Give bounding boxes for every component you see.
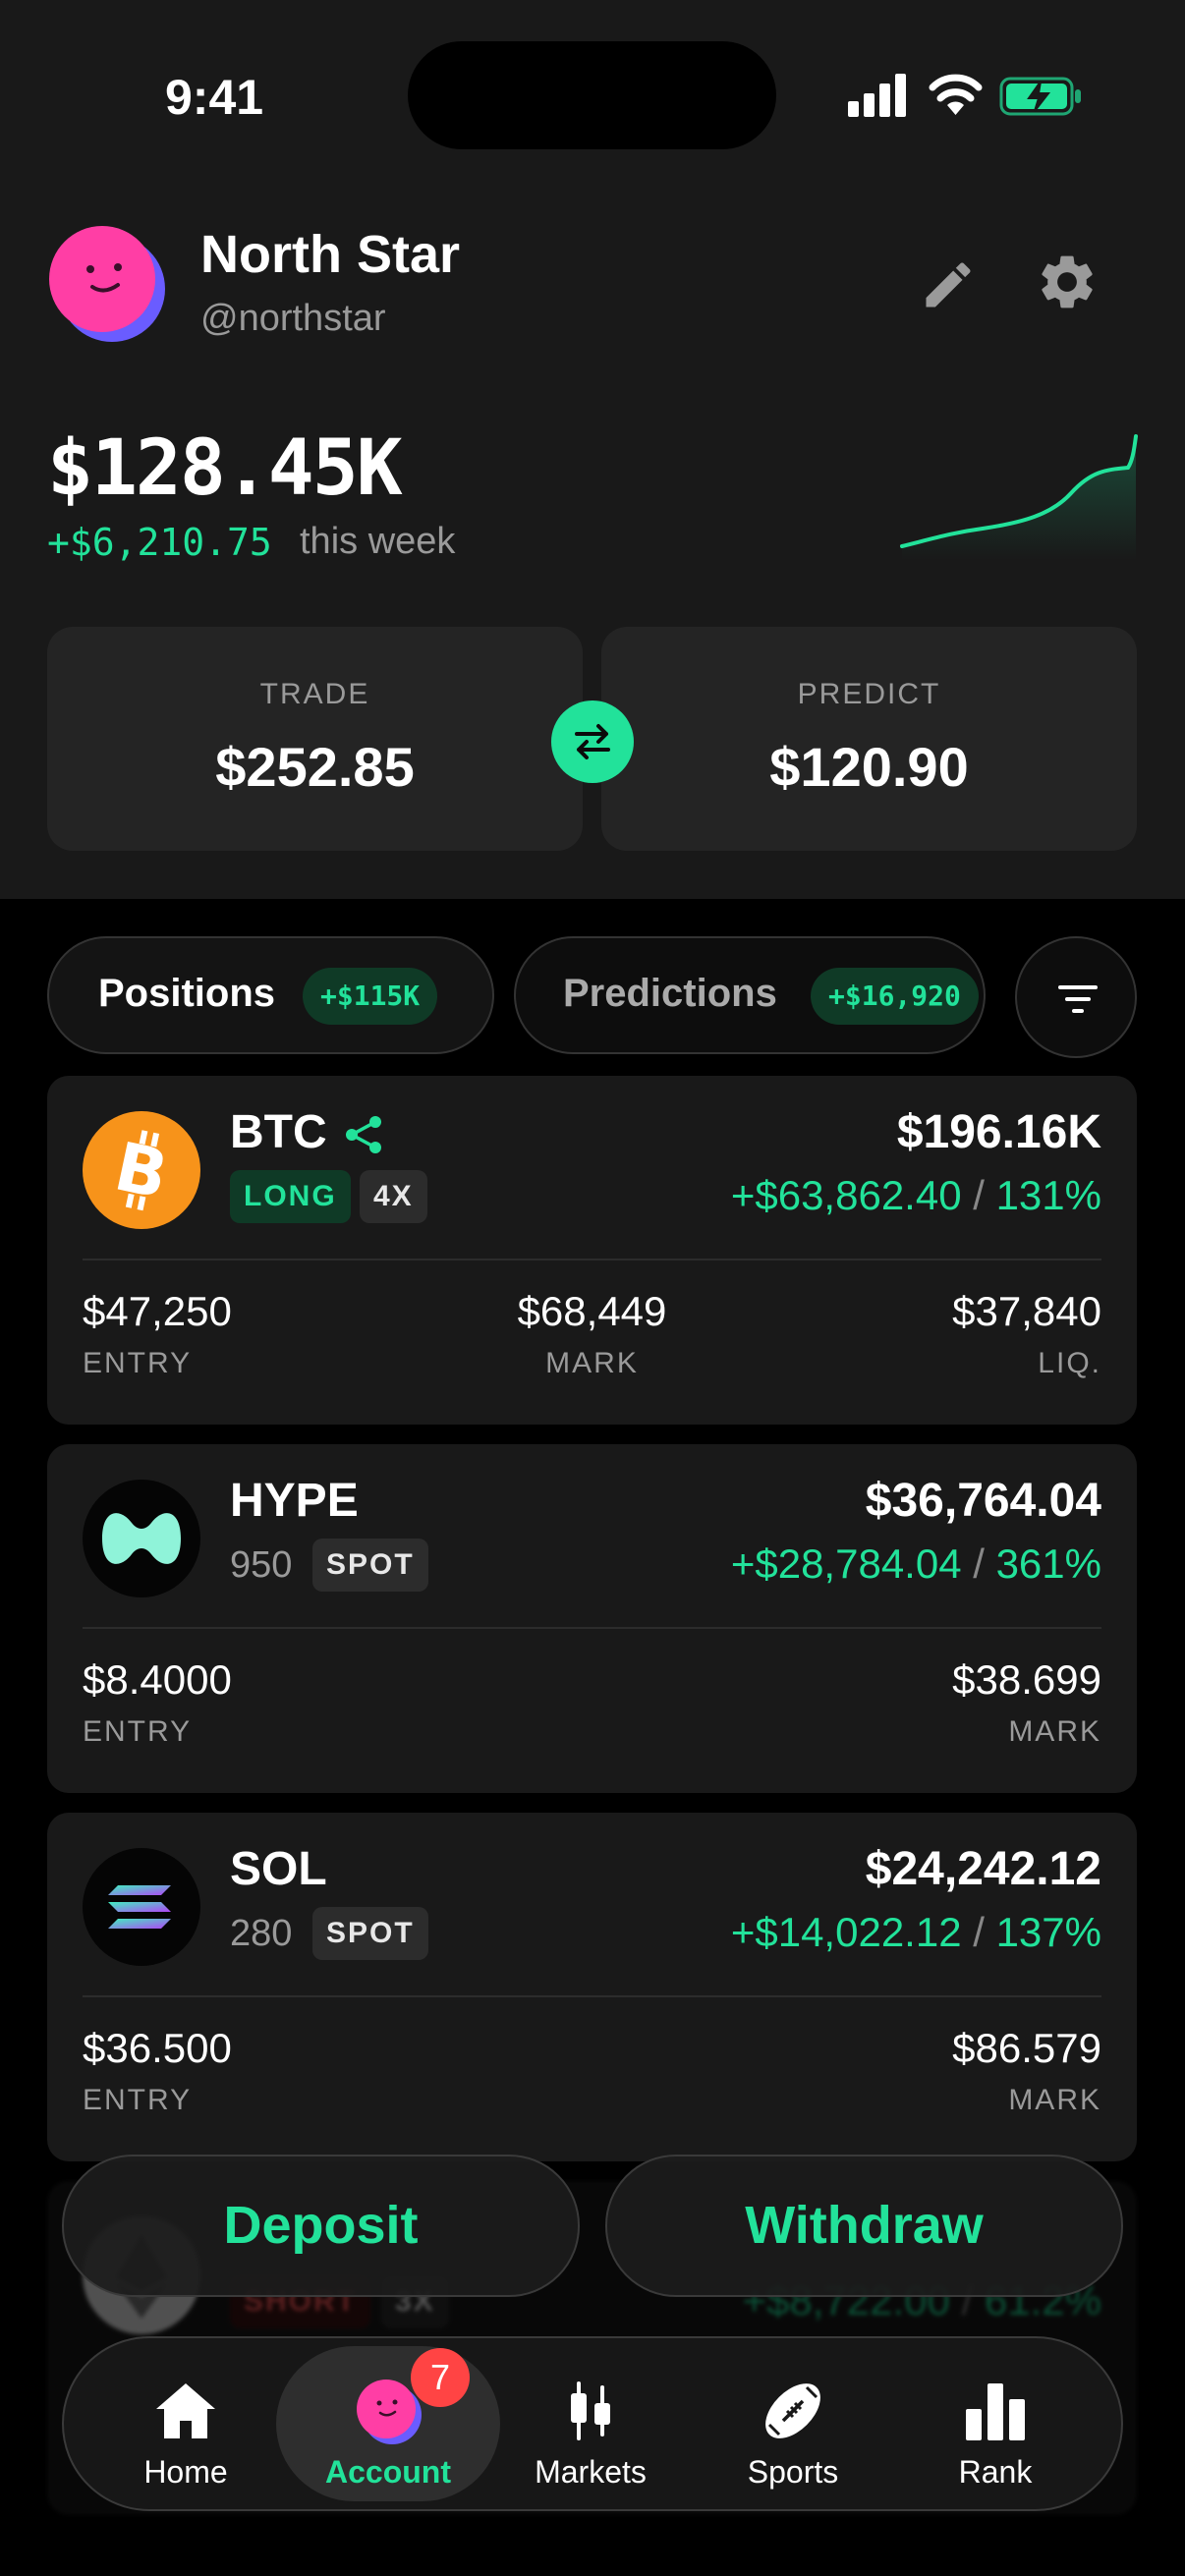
position-card-hype[interactable]: HYPE 950 SPOT $36,764.04 +$28,784.04 / 3… — [47, 1444, 1137, 1793]
positions-pnl-badge: +$115K — [303, 968, 438, 1025]
nav-sports-label: Sports — [747, 2454, 839, 2490]
football-icon — [765, 2383, 820, 2438]
position-pnl: +$14,022.12 / 137% — [731, 1909, 1101, 1956]
bitcoin-icon: B — [83, 1111, 200, 1229]
nav-sports[interactable]: Sports — [695, 2338, 891, 2509]
entry-price: $8.4000 — [83, 1656, 232, 1703]
pnl-separator: / — [973, 1909, 985, 1955]
predict-label: PREDICT — [797, 678, 941, 710]
bottom-tab-bar: Home Account Markets Sports Rank — [62, 2336, 1123, 2511]
profile-name: North Star — [200, 225, 461, 284]
status-time: 9:41 — [165, 70, 264, 125]
mark-label: MARK — [1008, 1715, 1101, 1748]
leverage-badge: 4X — [360, 1170, 427, 1223]
weekly-gain: +$6,210.75 — [47, 521, 272, 564]
spot-badge: SPOT — [312, 1907, 428, 1960]
pnl-amount: +$28,784.04 — [730, 1540, 962, 1587]
nav-markets[interactable]: Markets — [492, 2338, 689, 2509]
tab-positions[interactable]: Positions +$115K — [47, 936, 494, 1054]
card-divider — [83, 1627, 1101, 1629]
portfolio-balance: $128.45K — [47, 424, 403, 513]
pnl-separator: / — [973, 1172, 985, 1218]
trade-balance-card[interactable]: TRADE $252.85 — [47, 627, 583, 851]
pnl-amount: +$63,862.40 — [730, 1172, 962, 1218]
trade-value: $252.85 — [215, 736, 415, 798]
tab-predictions-label: Predictions — [563, 972, 777, 1015]
position-pnl: +$28,784.04 / 361% — [731, 1540, 1101, 1588]
position-symbol: HYPE — [230, 1475, 359, 1527]
swap-balances-button[interactable] — [551, 700, 634, 783]
side-badge-long: LONG — [230, 1170, 351, 1223]
weekly-gain-label: this week — [300, 521, 456, 562]
trade-label: TRADE — [259, 678, 370, 710]
position-pnl: +$63,862.40 / 131% — [731, 1172, 1101, 1219]
predictions-pnl-badge: +$16,920 — [811, 968, 979, 1025]
candlestick-icon — [571, 2381, 610, 2440]
mark-label: MARK — [545, 1347, 639, 1379]
position-value: $36,764.04 — [865, 1475, 1101, 1527]
mark-label: MARK — [1008, 2084, 1101, 2116]
portfolio-sparkline — [900, 434, 1138, 560]
pnl-separator: / — [973, 1540, 985, 1587]
filter-icon — [1058, 985, 1098, 1013]
position-value: $24,242.12 — [865, 1843, 1101, 1895]
hype-icon — [83, 1480, 200, 1597]
home-icon — [156, 2383, 215, 2438]
nav-markets-label: Markets — [535, 2454, 647, 2490]
entry-label: ENTRY — [83, 2084, 193, 2116]
predict-balance-card[interactable]: PREDICT $120.90 — [601, 627, 1137, 851]
spot-badge: SPOT — [312, 1539, 428, 1592]
liquidation-label: LIQ. — [1038, 1347, 1101, 1379]
deposit-button[interactable]: Deposit — [62, 2155, 580, 2297]
nav-rank-label: Rank — [958, 2454, 1033, 2490]
nav-home-label: Home — [143, 2454, 228, 2490]
card-divider — [83, 1995, 1101, 1997]
filter-button[interactable] — [1015, 936, 1137, 1058]
pnl-percent: 137% — [995, 1909, 1101, 1955]
share-icon[interactable] — [342, 1113, 385, 1156]
profile-handle: @northstar — [200, 298, 386, 339]
tab-predictions[interactable]: Predictions +$16,920 — [514, 936, 986, 1054]
entry-label: ENTRY — [83, 1715, 193, 1748]
notification-count-badge: 7 — [411, 2348, 470, 2407]
pnl-percent: 131% — [995, 1172, 1101, 1218]
mark-price: $38.699 — [952, 1656, 1101, 1703]
position-symbol: SOL — [230, 1843, 327, 1895]
pnl-percent: 361% — [995, 1540, 1101, 1587]
withdraw-button[interactable]: Withdraw — [605, 2155, 1123, 2297]
cellular-signal-icon — [848, 74, 906, 117]
entry-price: $36.500 — [83, 2025, 232, 2071]
mark-price: $86.579 — [952, 2025, 1101, 2071]
battery-charging-icon — [999, 77, 1081, 116]
position-card-btc[interactable]: B BTC LONG 4X $196.16K +$63,862.40 / 131… — [47, 1076, 1137, 1425]
position-symbol: BTC — [230, 1106, 327, 1158]
tab-positions-label: Positions — [98, 972, 276, 1015]
settings-gear-icon[interactable] — [1035, 250, 1100, 314]
liquidation-price: $37,840 — [952, 1288, 1101, 1334]
bar-chart-icon — [966, 2383, 1025, 2440]
position-value: $196.16K — [896, 1106, 1101, 1158]
position-size: 280 — [230, 1913, 293, 1954]
card-divider — [83, 1259, 1101, 1260]
position-size: 950 — [230, 1544, 293, 1586]
predict-value: $120.90 — [769, 736, 969, 798]
solana-icon — [83, 1848, 200, 1966]
position-card-sol[interactable]: SOL 280 SPOT $24,242.12 +$14,022.12 / 13… — [47, 1813, 1137, 2161]
edit-profile-pencil-icon[interactable] — [919, 255, 978, 314]
nav-rank[interactable]: Rank — [897, 2338, 1094, 2509]
pnl-amount: +$14,022.12 — [730, 1909, 962, 1955]
wifi-icon — [929, 74, 983, 115]
nav-home[interactable]: Home — [87, 2338, 284, 2509]
nav-account-label: Account — [325, 2454, 451, 2490]
profile-avatar[interactable] — [47, 224, 165, 342]
dynamic-island — [408, 41, 776, 149]
